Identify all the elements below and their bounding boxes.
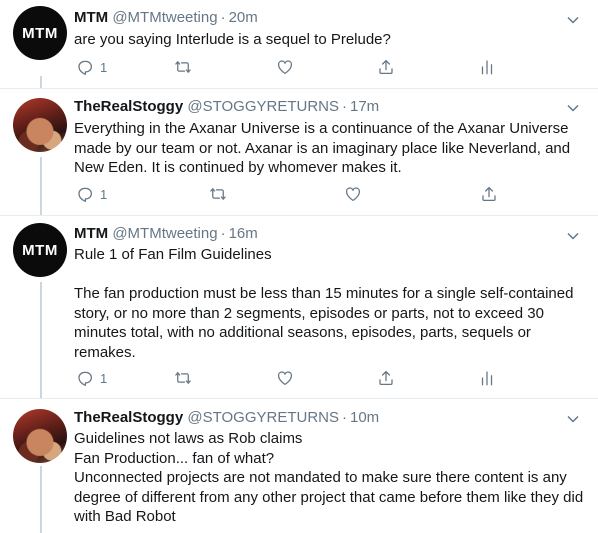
thread-line <box>40 466 42 533</box>
separator-dot: · <box>342 409 347 426</box>
analytics-button[interactable] <box>478 369 496 387</box>
tweet-divider <box>0 215 598 216</box>
share-icon <box>482 186 496 202</box>
analytics-icon <box>481 60 493 75</box>
thread-line <box>40 157 42 215</box>
share-button[interactable] <box>377 369 395 387</box>
retweet-button[interactable] <box>174 58 192 76</box>
tweet-text: Everything in the Axanar Universe is a c… <box>74 119 584 178</box>
tweet-text: Rule 1 of Fan Film Guidelines The fan pr… <box>74 245 584 362</box>
share-icon <box>379 59 393 75</box>
display-name[interactable]: TheRealStoggy <box>74 409 183 426</box>
display-name[interactable]: MTM <box>74 225 108 242</box>
user-handle[interactable]: @STOGGYRETURNS <box>187 409 339 426</box>
display-name[interactable]: MTM <box>74 9 108 26</box>
separator-dot: · <box>220 225 226 242</box>
reply-button[interactable]: 1 <box>76 369 107 387</box>
tweet-header: MTM @MTMtweeting · 20m <box>74 9 258 26</box>
avatar[interactable] <box>13 409 67 463</box>
reply-icon <box>78 60 93 75</box>
tweet-paragraph: Unconnected projects are not mandated to… <box>74 469 584 525</box>
tweet-actions: 1 <box>74 369 574 389</box>
tweet-paragraph: Rule 1 of Fan Film Guidelines <box>74 246 272 263</box>
timestamp[interactable]: 10m <box>350 409 379 426</box>
tweet-paragraph: Fan Production... fan of what? <box>74 449 275 467</box>
reply-count: 1 <box>100 186 108 202</box>
like-icon <box>277 60 293 75</box>
tweet-paragraph: Guidelines not laws as Rob claims <box>74 430 303 447</box>
tweet-actions: 1 <box>74 58 574 78</box>
user-handle[interactable]: @STOGGYRETURNS <box>187 98 339 115</box>
thread-line <box>40 282 42 398</box>
avatar[interactable] <box>13 98 67 152</box>
like-button[interactable] <box>276 369 294 387</box>
retweet-button[interactable] <box>174 369 192 387</box>
tweet-text: Guidelines not laws as Rob claims Fan Pr… <box>74 429 584 527</box>
reply-icon <box>78 187 93 202</box>
mtm-logo-text: MTM <box>22 24 58 42</box>
separator-dot: · <box>220 9 226 26</box>
reply-button[interactable]: 1 <box>76 185 107 203</box>
tweet-header: TheRealStoggy @STOGGYRETURNS · 10m <box>74 409 379 426</box>
user-handle[interactable]: @MTMtweeting <box>112 9 217 26</box>
chevron-down-icon[interactable] <box>566 412 580 426</box>
tweet-paragraph: Everything in the Axanar Universe is a c… <box>74 120 571 176</box>
share-button[interactable] <box>480 185 498 203</box>
timestamp[interactable]: 20m <box>229 9 258 26</box>
share-button[interactable] <box>377 58 395 76</box>
retweet-icon <box>175 372 191 384</box>
chevron-down-icon[interactable] <box>566 229 580 243</box>
user-handle[interactable]: @MTMtweeting <box>112 225 217 242</box>
avatar[interactable]: MTM <box>13 223 67 277</box>
like-icon <box>277 371 293 386</box>
tweet-text: are you saying Interlude is a sequel to … <box>74 30 584 50</box>
reply-icon <box>78 371 93 386</box>
chevron-down-icon[interactable] <box>566 101 580 115</box>
chevron-down-icon[interactable] <box>566 13 580 27</box>
tweet-header: MTM @MTMtweeting · 16m <box>74 225 258 242</box>
thread-line <box>40 76 42 88</box>
tweet-header: TheRealStoggy @STOGGYRETURNS · 17m <box>74 98 379 115</box>
avatar[interactable]: MTM <box>13 6 67 60</box>
tweet-paragraph: The fan production must be less than 15 … <box>74 285 574 361</box>
tweet-divider <box>0 88 598 89</box>
tweet-actions: 1 <box>74 185 574 205</box>
analytics-button[interactable] <box>478 58 496 76</box>
share-icon <box>379 370 393 386</box>
retweet-icon <box>210 188 226 200</box>
retweet-icon <box>175 61 191 73</box>
display-name[interactable]: TheRealStoggy <box>74 98 183 115</box>
reply-button[interactable]: 1 <box>76 58 107 76</box>
tweet-divider <box>0 398 598 399</box>
like-icon <box>345 187 361 202</box>
like-button[interactable] <box>276 58 294 76</box>
timestamp[interactable]: 17m <box>350 98 379 115</box>
analytics-icon <box>481 371 493 386</box>
like-button[interactable] <box>344 185 362 203</box>
retweet-button[interactable] <box>209 185 227 203</box>
mtm-logo-text: MTM <box>22 241 58 259</box>
reply-count: 1 <box>100 59 108 75</box>
tweet-paragraph: are you saying Interlude is a sequel to … <box>74 31 391 48</box>
timestamp[interactable]: 16m <box>229 225 258 242</box>
separator-dot: · <box>342 98 347 115</box>
reply-count: 1 <box>100 370 108 386</box>
